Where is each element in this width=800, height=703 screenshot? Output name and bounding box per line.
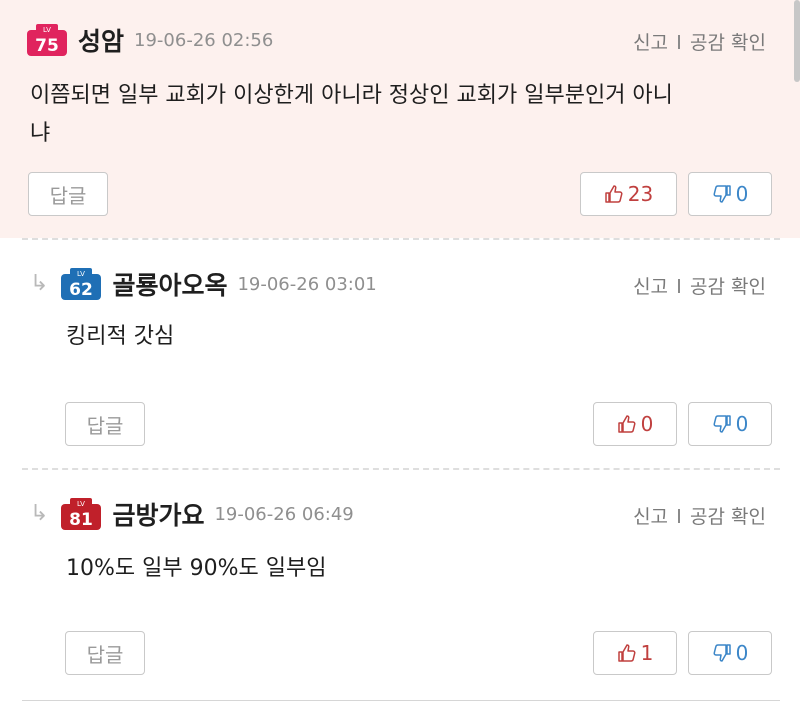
comment-actions: 신고 공감 확인 <box>633 28 766 55</box>
comment-item: ↳ LV 81 금방가요 19-06-26 06:49 신고 공감 확인 10%… <box>0 470 800 703</box>
svg-text:75: 75 <box>35 36 59 56</box>
dislike-button[interactable]: 0 <box>688 402 772 446</box>
dislike-button[interactable]: 0 <box>688 631 772 675</box>
comment-text: 10%도 일부 90%도 일부임 <box>66 550 766 588</box>
svg-text:81: 81 <box>70 510 94 530</box>
level-badge: LV 81 <box>60 497 102 531</box>
report-link[interactable]: 신고 <box>633 502 668 529</box>
nickname[interactable]: 금방가요 <box>112 496 204 532</box>
scrollbar-thumb[interactable] <box>794 0 800 82</box>
like-count: 1 <box>640 641 654 665</box>
reply-button[interactable]: 답글 <box>65 402 145 446</box>
thumbs-up-icon <box>617 414 637 434</box>
divider <box>22 700 780 701</box>
comment-header: LV 75 성암 19-06-26 02:56 <box>26 20 273 60</box>
dislike-count: 0 <box>735 182 749 206</box>
comment-header: ↳ LV 62 골룡아오옥 19-06-26 03:01 <box>30 264 377 304</box>
empathy-check-link[interactable]: 공감 확인 <box>690 28 766 55</box>
reply-button[interactable]: 답글 <box>28 172 108 216</box>
dislike-button[interactable]: 0 <box>688 172 772 216</box>
dislike-count: 0 <box>735 641 749 665</box>
comment-item: ↳ LV 62 골룡아오옥 19-06-26 03:01 신고 공감 확인 킹리… <box>0 238 800 470</box>
comment-text-line: 이쯤되면 일부 교회가 이상한게 아니라 정상인 교회가 일부분인거 아니 <box>30 83 673 108</box>
comment-text-line: 냐 <box>30 121 51 146</box>
svg-text:LV: LV <box>77 270 85 278</box>
report-link[interactable]: 신고 <box>633 272 668 299</box>
thumbs-down-icon <box>712 414 732 434</box>
like-count: 0 <box>640 412 654 436</box>
comment-actions: 신고 공감 확인 <box>633 502 766 529</box>
comment-text-line: 킹리적 갓심 <box>66 324 175 349</box>
level-badge: LV 75 <box>26 23 68 57</box>
level-badge: LV 62 <box>60 267 102 301</box>
comment-date: 19-06-26 06:49 <box>214 503 354 525</box>
dislike-count: 0 <box>735 412 749 436</box>
comment-text: 킹리적 갓심 <box>66 318 766 356</box>
comment-text: 이쯤되면 일부 교회가 이상한게 아니라 정상인 교회가 일부분인거 아니 냐 <box>30 77 770 153</box>
svg-text:62: 62 <box>70 280 94 300</box>
empathy-check-link[interactable]: 공감 확인 <box>690 502 766 529</box>
like-button[interactable]: 0 <box>593 402 677 446</box>
thumbs-down-icon <box>712 643 732 663</box>
empathy-check-link[interactable]: 공감 확인 <box>690 272 766 299</box>
divider <box>678 278 681 293</box>
reply-arrow-icon: ↳ <box>30 501 49 526</box>
nickname[interactable]: 성암 <box>78 22 124 58</box>
like-count: 23 <box>627 182 654 206</box>
svg-text:LV: LV <box>77 500 85 508</box>
comment-text-line: 10%도 일부 90%도 일부임 <box>66 556 327 581</box>
reply-arrow-icon: ↳ <box>30 271 49 296</box>
like-button[interactable]: 23 <box>580 172 677 216</box>
comment-date: 19-06-26 02:56 <box>134 29 274 51</box>
comment-header: ↳ LV 81 금방가요 19-06-26 06:49 <box>30 494 354 534</box>
report-link[interactable]: 신고 <box>633 28 668 55</box>
divider <box>678 508 681 523</box>
divider <box>678 34 681 49</box>
thumbs-down-icon <box>712 184 732 204</box>
thumbs-up-icon <box>604 184 624 204</box>
like-button[interactable]: 1 <box>593 631 677 675</box>
thumbs-up-icon <box>617 643 637 663</box>
comment-item: LV 75 성암 19-06-26 02:56 신고 공감 확인 이쯤되면 일부… <box>0 0 800 238</box>
comment-date: 19-06-26 03:01 <box>237 273 377 295</box>
reply-button[interactable]: 답글 <box>65 631 145 675</box>
comment-actions: 신고 공감 확인 <box>633 272 766 299</box>
nickname[interactable]: 골룡아오옥 <box>112 266 227 302</box>
svg-text:LV: LV <box>43 26 51 34</box>
